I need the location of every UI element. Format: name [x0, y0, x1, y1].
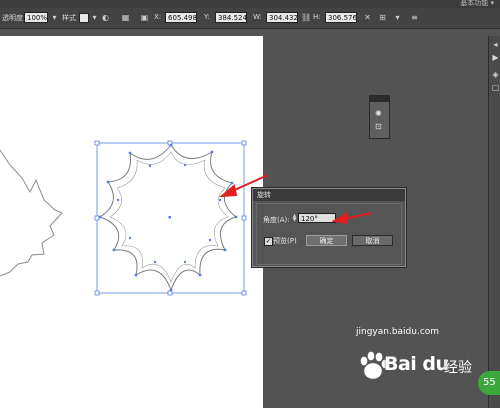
- rotate-dialog: 旋转 角度(A): ▲ ▼ 120° ✓ 预览(P) 确定 取消: [252, 188, 406, 267]
- w-label: W:: [253, 13, 262, 21]
- height-field[interactable]: 306.576: [325, 12, 357, 23]
- align-icon[interactable]: ▦: [121, 13, 130, 22]
- more-options-icon[interactable]: ⊞: [378, 13, 387, 22]
- link-icon[interactable]: ⛓: [301, 13, 311, 22]
- transform-options-icon[interactable]: ✕: [363, 13, 372, 22]
- x-label: X:: [154, 13, 162, 21]
- artboard-icon[interactable]: ▢: [491, 83, 500, 93]
- recolor-icon[interactable]: ◐: [101, 13, 110, 22]
- rotated-wavy-ring: [98, 144, 238, 292]
- y-label: Y:: [204, 13, 210, 21]
- angle-dial-icon[interactable]: ▲ ▼: [292, 214, 297, 223]
- control-bar: 透明度 100% ▾ 样式 ▾ ◐ ▦ ▣ X: 605.498 Y: 384.…: [0, 8, 500, 29]
- workspace-switcher[interactable]: 基本功能 ▾: [460, 0, 494, 8]
- opacity-label: 透明度: [2, 14, 23, 22]
- angle-label: 角度(A):: [263, 216, 290, 224]
- baidu-watermark: jingyan.baidu.com Bai du 经验: [356, 327, 486, 403]
- angle-input[interactable]: 120°: [298, 213, 336, 223]
- play-icon[interactable]: ▶: [491, 53, 500, 63]
- panel-dock: ◂ ▶ ◈ ▢: [488, 36, 500, 408]
- workspace-band: [0, 29, 500, 36]
- preview-label: 预览(P): [273, 237, 297, 245]
- x-field[interactable]: 605.498: [165, 12, 197, 23]
- dialog-titlebar[interactable]: [253, 189, 405, 201]
- transform-icon[interactable]: ▣: [140, 13, 149, 22]
- arrow-icon[interactable]: ◂: [491, 40, 500, 50]
- floating-mini-panel: ✺ ⊡: [369, 95, 390, 139]
- panel-menu-icon[interactable]: ≡: [410, 13, 419, 22]
- anchor-points: [98, 143, 238, 292]
- watermark-brand-cn: 经验: [444, 360, 472, 376]
- counter-badge[interactable]: 55: [478, 371, 500, 395]
- watermark-url: jingyan.baidu.com: [356, 327, 440, 337]
- cancel-button[interactable]: 取消: [352, 235, 393, 246]
- gear-icon[interactable]: ✺: [375, 109, 382, 118]
- chevron-down-icon[interactable]: ▾: [50, 13, 59, 22]
- style-label: 样式: [62, 14, 76, 22]
- opacity-field[interactable]: 100%: [24, 12, 48, 23]
- layers-icon[interactable]: ◈: [491, 70, 500, 80]
- preview-checkbox[interactable]: ✓: [264, 237, 273, 246]
- mini-panel-titlebar[interactable]: [370, 96, 389, 102]
- app-top-strip: 基本功能 ▾: [0, 0, 500, 8]
- y-field[interactable]: 384.524: [215, 12, 247, 23]
- h-label: H:: [313, 13, 321, 21]
- artwork-canvas[interactable]: [0, 36, 263, 408]
- center-point: [168, 216, 171, 219]
- width-field[interactable]: 304.432: [266, 12, 298, 23]
- link-icon[interactable]: ⊡: [375, 122, 382, 131]
- partial-star-shape: [0, 149, 63, 277]
- watermark-brand: Bai du: [384, 353, 449, 375]
- chevron-down-icon[interactable]: ▾: [393, 13, 402, 22]
- chevron-down-icon[interactable]: ▾: [90, 13, 99, 22]
- style-swatch[interactable]: [79, 13, 89, 23]
- ok-button[interactable]: 确定: [306, 235, 347, 246]
- dialog-title: 旋转: [257, 191, 271, 199]
